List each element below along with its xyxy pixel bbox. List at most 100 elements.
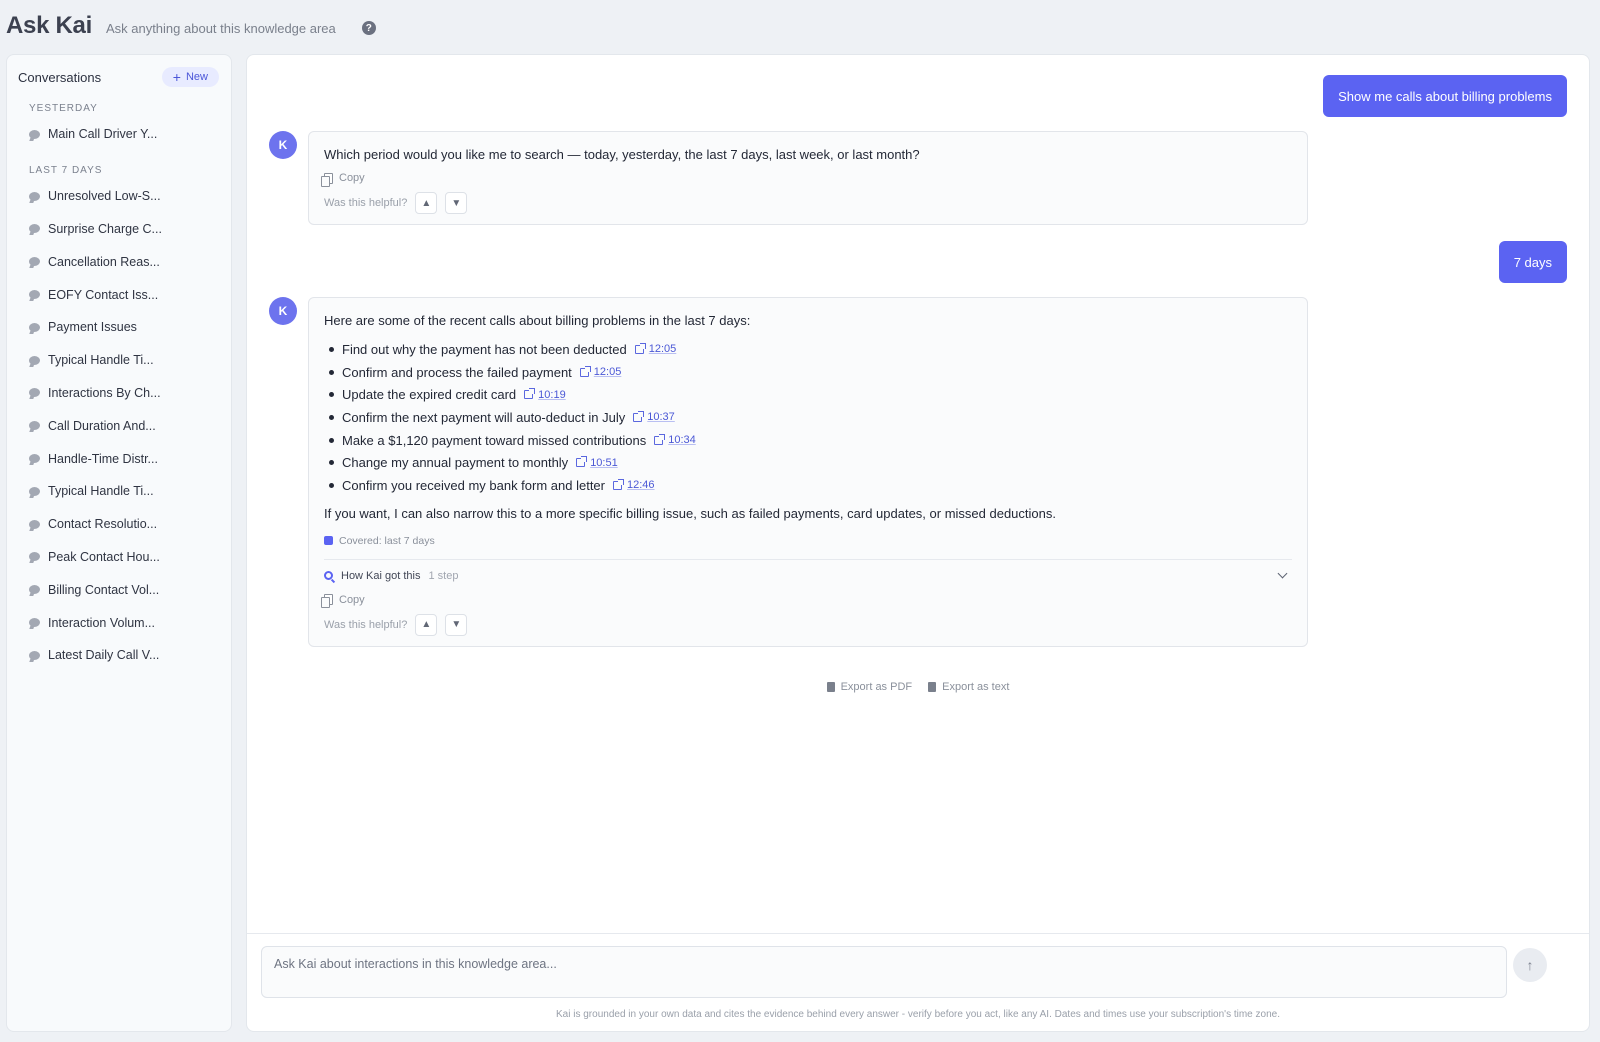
call-summary: Make a $1,120 payment toward missed cont… xyxy=(342,432,647,448)
call-time: 10:19 xyxy=(538,388,566,401)
conversation-title: Unresolved Low-S... xyxy=(48,189,161,204)
chat-bubble-icon xyxy=(29,585,40,595)
bot-message: Which period would you like me to search… xyxy=(308,131,1308,225)
call-time: 12:46 xyxy=(627,479,655,492)
call-list-item: Confirm and process the failed payment 12… xyxy=(324,361,1292,384)
thumbs-up-button[interactable]: ▲ xyxy=(415,613,438,636)
call-link[interactable]: 10:34 xyxy=(654,433,696,446)
helpful-label: Was this helpful? xyxy=(324,618,408,631)
thumbs-down-button[interactable]: ▼ xyxy=(445,613,468,636)
conversation-item[interactable]: Handle-Time Distr... xyxy=(7,442,231,475)
conversation-item[interactable]: Main Call Driver Y... xyxy=(7,118,231,151)
copy-icon xyxy=(321,172,333,187)
thumbs-up-button[interactable]: ▲ xyxy=(415,192,438,214)
user-message-text: 7 days xyxy=(1513,254,1552,270)
coverage-badge: Covered: last 7 days xyxy=(324,535,1292,547)
conversation-groups: YESTERDAY Main Call Driver Y... LAST 7 DAY… xyxy=(7,103,231,672)
copy-label: Copy xyxy=(339,172,365,184)
chat-bubble-icon xyxy=(29,388,40,398)
call-time: 12:05 xyxy=(593,366,622,379)
sidebar-title: Conversations xyxy=(18,69,102,85)
conversation-item[interactable]: Contact Resolutio... xyxy=(7,508,231,541)
external-link-icon xyxy=(654,433,666,445)
conversation-group-label: LAST 7 DAYS xyxy=(29,164,103,176)
export-actions: Export as PDF Export as text xyxy=(247,681,1589,693)
feedback-row: Was this helpful? ▲ ▼ xyxy=(324,613,1292,636)
conversation-item[interactable]: Typical Handle Ti... xyxy=(7,475,231,508)
conversation-title: Peak Contact Hou... xyxy=(48,549,160,564)
disclaimer: Kai is grounded in your own data and cit… xyxy=(556,1009,1280,1020)
call-list-item: Update the expired credit card 10:19 xyxy=(324,383,1292,406)
export-text-label: Export as text xyxy=(942,681,1010,693)
bot-message-text: Which period would you like me to search… xyxy=(324,147,920,162)
chat-panel: Show me calls about billing problems K W… xyxy=(246,54,1590,1032)
conversations-sidebar: Conversations + New YESTERDAY Main Call D… xyxy=(6,54,232,1032)
helpful-label: Was this helpful? xyxy=(324,197,408,209)
external-link-icon xyxy=(633,410,645,422)
thumbs-up-icon: ▲ xyxy=(421,197,432,209)
copy-button[interactable]: Copy xyxy=(321,594,1292,609)
conversation-item[interactable]: Payment Issues xyxy=(7,311,231,344)
pdf-icon xyxy=(826,682,835,692)
conversation-item[interactable]: Latest Daily Call V... xyxy=(7,639,231,672)
call-link[interactable]: 10:19 xyxy=(524,388,566,401)
coverage-label: Covered: last 7 days xyxy=(339,534,435,547)
plus-icon: + xyxy=(172,69,181,85)
export-pdf-label: Export as PDF xyxy=(840,681,913,693)
bot-message-outro: If you want, I can also narrow this to a… xyxy=(324,505,1056,521)
external-link-icon xyxy=(579,365,591,377)
bot-message: Here are some of the recent calls about … xyxy=(308,297,1308,647)
kai-avatar: K xyxy=(269,131,297,159)
feedback-row: Was this helpful? ▲ ▼ xyxy=(324,192,1292,214)
call-link[interactable]: 10:37 xyxy=(633,410,675,423)
conversation-item[interactable]: EOFY Contact Iss... xyxy=(7,278,231,311)
conversation-item[interactable]: Billing Contact Vol... xyxy=(7,573,231,606)
chat-bubble-icon xyxy=(29,257,40,267)
conversation-list: Unresolved Low-S... Surprise Charge C... C… xyxy=(7,180,231,672)
copy-button[interactable]: Copy xyxy=(321,172,1292,187)
message-input[interactable] xyxy=(262,947,1506,997)
thumbs-down-button[interactable]: ▼ xyxy=(445,192,468,214)
user-message-text: Show me calls about billing problems xyxy=(1338,88,1552,104)
call-link[interactable]: 12:46 xyxy=(613,478,655,492)
call-time: 10:51 xyxy=(590,456,618,469)
export-text-button[interactable]: Export as text xyxy=(928,681,1009,693)
conversation-title: Interactions By Ch... xyxy=(48,385,161,400)
how-kai-got-this-toggle[interactable]: How Kai got this 1 step xyxy=(324,568,1292,582)
conversation-item[interactable]: Peak Contact Hou... xyxy=(7,541,231,574)
external-link-icon xyxy=(576,456,588,468)
help-icon[interactable]: ? xyxy=(361,21,376,35)
conversation-title: Typical Handle Ti... xyxy=(48,484,154,499)
chat-bubble-icon xyxy=(29,355,40,365)
call-list-item: Find out why the payment has not been de… xyxy=(324,338,1292,361)
send-button[interactable]: ↑ xyxy=(1513,948,1547,982)
conversation-item[interactable]: Surprise Charge C... xyxy=(7,213,231,246)
call-link[interactable]: 12:05 xyxy=(634,342,677,356)
conversation-item[interactable]: Cancellation Reas... xyxy=(7,245,231,278)
chat-bubble-icon xyxy=(29,129,40,139)
call-time: 12:05 xyxy=(648,343,677,356)
conversation-title: Call Duration And... xyxy=(48,418,156,433)
conversation-list: Main Call Driver Y... xyxy=(7,118,231,151)
conversation-title: Billing Contact Vol... xyxy=(48,582,160,597)
call-link[interactable]: 10:51 xyxy=(576,456,618,469)
document-icon xyxy=(928,682,937,692)
chat-bubble-icon xyxy=(29,421,40,431)
user-message: 7 days xyxy=(1498,241,1567,283)
conversation-item[interactable]: Typical Handle Ti... xyxy=(7,344,231,377)
conversation-title: Typical Handle Ti... xyxy=(48,353,154,368)
call-summary: Find out why the payment has not been de… xyxy=(342,341,627,357)
how-steps: 1 step xyxy=(428,569,459,582)
conversation-title: Handle-Time Distr... xyxy=(48,451,158,466)
thumbs-down-icon: ▼ xyxy=(451,619,462,631)
arrow-up-icon: ↑ xyxy=(1526,957,1534,973)
chat-bubble-icon xyxy=(29,519,40,529)
conversation-item[interactable]: Call Duration And... xyxy=(7,409,231,442)
conversation-item[interactable]: Interaction Volum... xyxy=(7,606,231,639)
call-link[interactable]: 12:05 xyxy=(579,365,622,379)
conversation-item[interactable]: Interactions By Ch... xyxy=(7,377,231,410)
export-pdf-button[interactable]: Export as PDF xyxy=(826,681,913,693)
conversation-item[interactable]: Unresolved Low-S... xyxy=(7,180,231,213)
new-conversation-button[interactable]: + New xyxy=(161,67,219,87)
divider xyxy=(324,558,1292,560)
